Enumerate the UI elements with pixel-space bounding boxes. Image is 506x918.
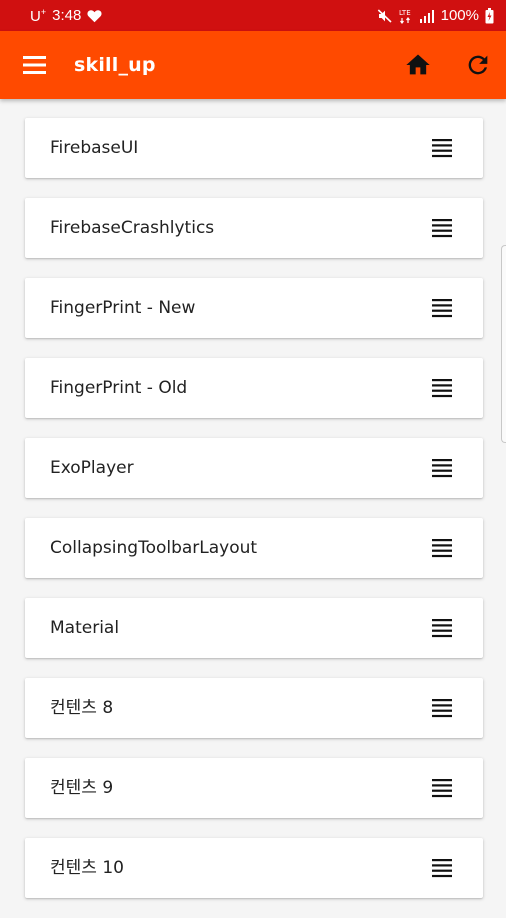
mute-icon <box>377 8 393 24</box>
battery-percent: 100% <box>440 7 479 24</box>
drag-handle-icon[interactable] <box>431 217 453 239</box>
drag-handle-icon[interactable] <box>431 537 453 559</box>
home-icon[interactable] <box>404 51 432 79</box>
list-item-label: ExoPlayer <box>50 458 134 478</box>
app-bar: skill_up <box>0 31 506 99</box>
content-list: FirebaseUI FirebaseCrashlytics FingerPri… <box>25 118 483 918</box>
drag-handle-icon[interactable] <box>431 137 453 159</box>
status-time: 3:48 <box>52 7 82 24</box>
edge-panel-handle[interactable] <box>501 245 506 443</box>
drag-handle-icon[interactable] <box>431 697 453 719</box>
list-item-label: 컨텐츠 10 <box>50 858 124 878</box>
drag-handle-icon[interactable] <box>431 777 453 799</box>
list-item[interactable]: Material <box>25 598 483 658</box>
drag-handle-icon[interactable] <box>431 457 453 479</box>
signal-icon <box>419 9 435 23</box>
lte-icon: LTE <box>399 8 413 24</box>
drag-handle-icon[interactable] <box>431 857 453 879</box>
refresh-icon[interactable] <box>464 51 492 79</box>
list-item[interactable]: FirebaseUI <box>25 118 483 178</box>
list-item[interactable]: 컨텐츠 8 <box>25 678 483 738</box>
drag-handle-icon[interactable] <box>431 297 453 319</box>
list-item-label: 컨텐츠 9 <box>50 778 114 798</box>
heart-icon <box>87 9 102 23</box>
list-item[interactable]: ExoPlayer <box>25 438 483 498</box>
list-item[interactable]: FingerPrint - New <box>25 278 483 338</box>
list-item-label: FingerPrint - Old <box>50 378 188 398</box>
list-item-label: 컨텐츠 8 <box>50 698 114 718</box>
list-item[interactable]: 컨텐츠 9 <box>25 758 483 818</box>
list-item[interactable]: FingerPrint - Old <box>25 358 483 418</box>
list-item[interactable]: FirebaseCrashlytics <box>25 198 483 258</box>
list-item-label: FirebaseCrashlytics <box>50 218 215 238</box>
list-item[interactable]: 컨텐츠 10 <box>25 838 483 898</box>
app-title: skill_up <box>74 54 156 76</box>
carrier-label: U+ <box>30 6 47 25</box>
list-item[interactable]: CollapsingToolbarLayout <box>25 518 483 578</box>
list-item-label: Material <box>50 618 120 638</box>
drag-handle-icon[interactable] <box>431 617 453 639</box>
list-item-label: CollapsingToolbarLayout <box>50 538 258 558</box>
status-bar: U+ 3:48 LTE 100% <box>0 0 506 31</box>
list-item-label: FirebaseUI <box>50 138 139 158</box>
battery-icon <box>485 7 494 24</box>
drag-handle-icon[interactable] <box>431 377 453 399</box>
menu-icon[interactable] <box>22 52 48 78</box>
svg-text:LTE: LTE <box>399 9 411 17</box>
list-item-label: FingerPrint - New <box>50 298 196 318</box>
